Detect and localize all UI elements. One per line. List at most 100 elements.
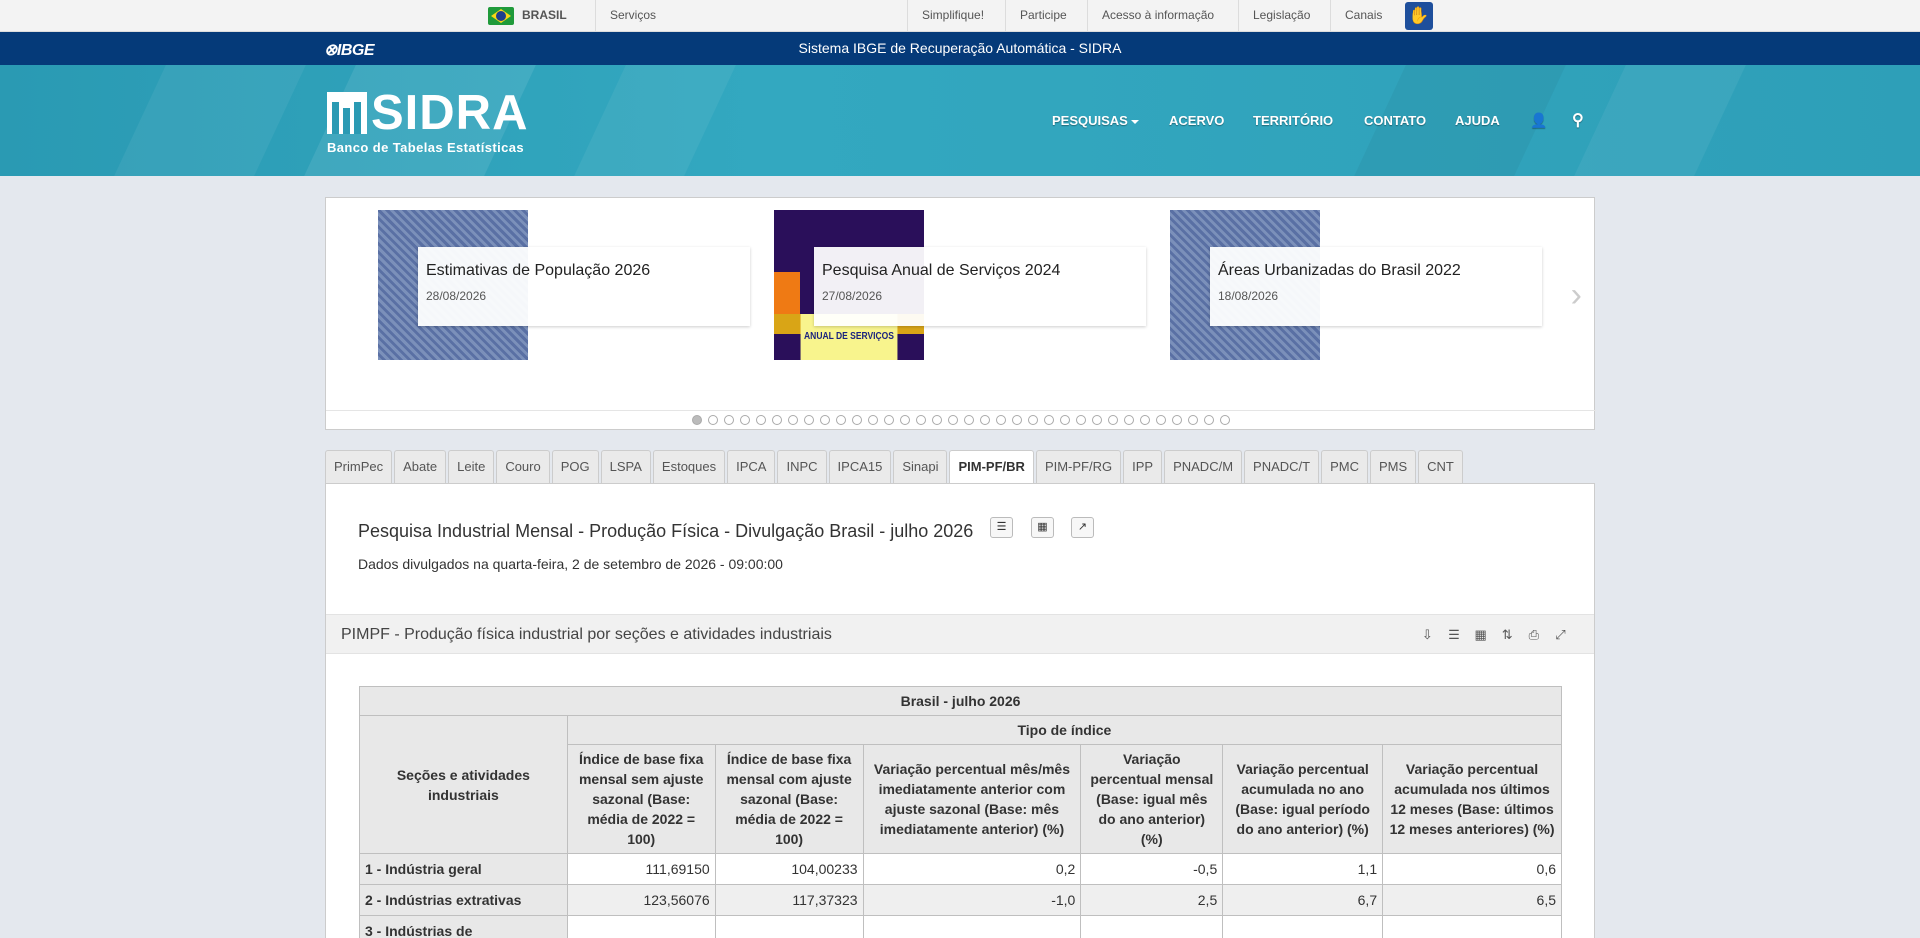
carousel-dot[interactable] [836, 415, 846, 425]
accessibility-icon[interactable]: ✋ [1405, 2, 1433, 30]
column-header[interactable]: Índice de base fixa mensal com ajuste sa… [714, 744, 864, 854]
column-header[interactable]: Variação percentual acumulada nos último… [1382, 744, 1562, 854]
gov-link-participe[interactable]: Participe [1005, 0, 1081, 31]
tab-primpec[interactable]: PrimPec [325, 450, 393, 484]
gov-brasil-link[interactable]: BRASIL [522, 0, 567, 31]
carousel-dot[interactable] [708, 415, 718, 425]
tab-ipca[interactable]: IPCA [727, 450, 776, 484]
carousel-dot[interactable] [1124, 415, 1134, 425]
tab-pim-pf-rg[interactable]: PIM-PF/RG [1035, 450, 1122, 484]
carousel-dot[interactable] [1156, 415, 1166, 425]
carousel-dot[interactable] [1044, 415, 1054, 425]
search-icon[interactable]: ⚲ [1572, 65, 1584, 176]
carousel-pagination [326, 410, 1596, 430]
expand-icon[interactable]: ⤢ [1549, 627, 1572, 643]
carousel-dot[interactable] [804, 415, 814, 425]
slide-title[interactable]: Estimativas de População 2026 [426, 262, 742, 280]
gov-link-simplifique[interactable]: Simplifique! [907, 0, 998, 31]
tab-couro[interactable]: Couro [496, 450, 550, 484]
carousel-dot[interactable] [1140, 415, 1150, 425]
carousel-dot[interactable] [756, 415, 766, 425]
ibge-bar: Sistema IBGE de Recuperação Automática -… [0, 32, 1920, 65]
carousel-dot[interactable] [1220, 415, 1230, 425]
tab-ipca15[interactable]: IPCA15 [828, 450, 892, 484]
nav-contato[interactable]: CONTATO [1364, 65, 1426, 176]
user-icon[interactable]: 👤 [1530, 65, 1547, 176]
carousel-dot[interactable] [1076, 415, 1086, 425]
table-row: 2 - Indústrias extrativas 123,56076 117,… [359, 884, 1562, 916]
carousel-dot[interactable] [1188, 415, 1198, 425]
chevron-right-icon[interactable]: › [1571, 278, 1582, 312]
table-cell [1382, 915, 1562, 938]
tab-lspa[interactable]: LSPA [600, 450, 651, 484]
download-icon[interactable]: ⇩ [1416, 627, 1439, 643]
carousel-dot[interactable] [980, 415, 990, 425]
column-header[interactable]: Índice de base fixa mensal sem ajuste sa… [566, 744, 716, 854]
tab-pog[interactable]: POG [551, 450, 599, 484]
nav-territorio[interactable]: TERRITÓRIO [1253, 65, 1333, 176]
carousel-slide[interactable]: Áreas Urbanizadas do Brasil 2022 18/08/20… [1170, 210, 1542, 360]
tab-pim-pf-br[interactable]: PIM-PF/BR [949, 450, 1034, 485]
carousel-dot[interactable] [916, 415, 926, 425]
slide-title[interactable]: Áreas Urbanizadas do Brasil 2022 [1218, 262, 1534, 280]
external-link-icon[interactable]: ↗ [1071, 517, 1094, 538]
gov-link-legislacao[interactable]: Legislação [1238, 0, 1324, 31]
carousel-dot[interactable] [868, 415, 878, 425]
carousel-dot[interactable] [884, 415, 894, 425]
calendar-icon[interactable]: ▦ [1031, 517, 1054, 538]
tab-cnt[interactable]: CNT [1418, 450, 1463, 484]
tab-estoques[interactable]: Estoques [652, 450, 726, 484]
column-header[interactable]: Variação percentual mensal (Base: igual … [1080, 744, 1224, 854]
brazil-flag-icon [488, 7, 514, 25]
carousel-dot[interactable] [852, 415, 862, 425]
slide-title[interactable]: Pesquisa Anual de Serviços 2024 [822, 262, 1138, 280]
carousel-slide[interactable]: Estimativas de População 2026 28/08/2026 [378, 210, 750, 360]
list-icon[interactable]: ☰ [990, 517, 1013, 538]
nav-acervo[interactable]: ACERVO [1169, 65, 1224, 176]
tab-sinapi[interactable]: Sinapi [893, 450, 948, 484]
column-header[interactable]: Variação percentual mês/mês imediatament… [862, 744, 1082, 854]
tab-pmc[interactable]: PMC [1321, 450, 1368, 484]
slide-date: 27/08/2026 [822, 289, 883, 303]
tab-pms[interactable]: PMS [1369, 450, 1417, 484]
sort-icon[interactable]: ⇅ [1496, 627, 1519, 643]
carousel-dot[interactable] [996, 415, 1006, 425]
carousel-dot[interactable] [1108, 415, 1118, 425]
tab-inpc[interactable]: INPC [777, 450, 827, 484]
column-header[interactable]: Variação percentual acumulada no ano (Ba… [1222, 744, 1384, 854]
carousel-dot[interactable] [692, 415, 702, 425]
carousel-dot[interactable] [1172, 415, 1182, 425]
tab-leite[interactable]: Leite [448, 450, 495, 484]
tab-pnadc-t[interactable]: PNADC/T [1244, 450, 1320, 484]
carousel-dot[interactable] [1028, 415, 1038, 425]
nav-pesquisas[interactable]: PESQUISAS [1052, 65, 1139, 176]
list-icon[interactable]: ☰ [1443, 627, 1466, 643]
tab-abate[interactable]: Abate [394, 450, 447, 484]
print-icon[interactable]: ⎙ [1522, 627, 1545, 643]
carousel-dot[interactable] [788, 415, 798, 425]
carousel-dot[interactable] [1012, 415, 1022, 425]
carousel-dot[interactable] [932, 415, 942, 425]
carousel-dot[interactable] [900, 415, 910, 425]
carousel-dot[interactable] [964, 415, 974, 425]
nav-ajuda[interactable]: AJUDA [1455, 65, 1500, 176]
gov-services-link[interactable]: Serviços [595, 0, 670, 31]
tab-pnadc-m[interactable]: PNADC/M [1164, 450, 1243, 484]
gov-link-acesso[interactable]: Acesso à informação [1087, 0, 1228, 31]
carousel-dot[interactable] [948, 415, 958, 425]
carousel-dot[interactable] [1060, 415, 1070, 425]
carousel-dot[interactable] [820, 415, 830, 425]
survey-content: Pesquisa Industrial Mensal - Produção Fí… [325, 483, 1595, 938]
row-label: 3 - Indústrias de [359, 915, 568, 938]
carousel-dot[interactable] [1204, 415, 1214, 425]
carousel-dot[interactable] [740, 415, 750, 425]
grid-icon[interactable]: ▦ [1469, 627, 1492, 643]
ibge-logo[interactable]: ⊗IBGE [324, 40, 375, 60]
gov-link-canais[interactable]: Canais [1330, 0, 1396, 31]
carousel-dot[interactable] [1092, 415, 1102, 425]
tab-ipp[interactable]: IPP [1123, 450, 1163, 484]
carousel-dot[interactable] [772, 415, 782, 425]
carousel-dot[interactable] [724, 415, 734, 425]
carousel-slide[interactable]: ANUAL DE SERVIÇOS Pesquisa Anual de Serv… [774, 210, 1146, 360]
table-title: PIMPF - Produção física industrial por s… [341, 626, 832, 643]
